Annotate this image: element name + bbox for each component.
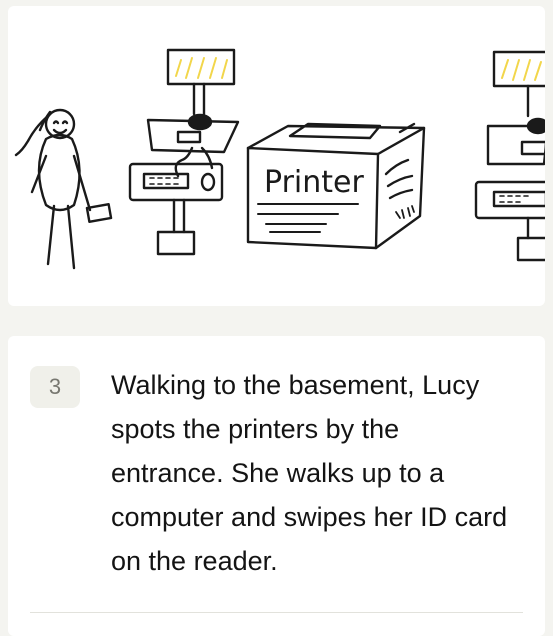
illustration-drawing: Printer: [14, 48, 545, 270]
step-number-badge: 3: [30, 366, 80, 408]
lucy-figure: [14, 108, 113, 270]
divider: [30, 612, 523, 613]
computer-station-2: [474, 50, 545, 262]
computer-station-1: [128, 48, 240, 256]
step-card: 3 Walking to the basement, Lucy spots th…: [8, 336, 545, 636]
printer: Printer: [246, 122, 426, 250]
illustration-card: Printer: [8, 6, 545, 306]
printer-label: Printer: [264, 165, 364, 200]
step-description: Walking to the basement, Lucy spots the …: [111, 370, 508, 576]
